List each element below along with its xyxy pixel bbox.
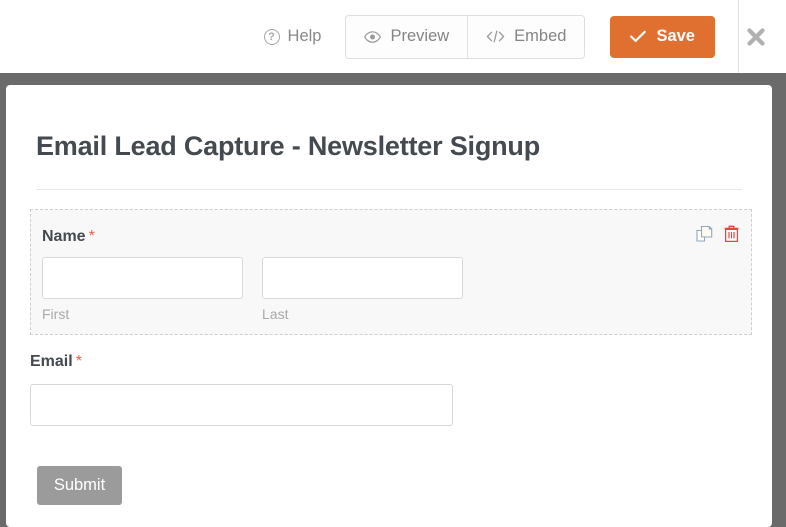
email-input-wrap (30, 384, 453, 426)
email-input[interactable] (30, 384, 453, 426)
top-toolbar: ? Help Preview Embed Save (0, 0, 786, 73)
preview-button[interactable]: Preview (346, 15, 468, 58)
close-icon[interactable] (744, 25, 768, 49)
form-field-name[interactable]: Name * First Last (30, 209, 752, 335)
code-icon (486, 30, 505, 43)
save-label: Save (656, 27, 695, 45)
question-circle-icon: ? (263, 28, 280, 45)
name-input-row: First Last (42, 257, 463, 322)
field-label-name: Name * (42, 228, 95, 245)
first-name-input[interactable] (42, 257, 243, 299)
last-name-sublabel: Last (262, 306, 289, 322)
toolbar-divider (738, 0, 739, 73)
title-divider (36, 189, 742, 190)
help-button[interactable]: ? Help (263, 27, 322, 46)
page-title: Email Lead Capture - Newsletter Signup (36, 131, 541, 161)
delete-icon[interactable] (724, 225, 739, 243)
embed-label: Embed (514, 27, 567, 45)
preview-label: Preview (390, 27, 450, 45)
first-name-sublabel: First (42, 306, 70, 322)
duplicate-icon[interactable] (696, 225, 713, 243)
last-name-input[interactable] (262, 257, 463, 299)
required-marker: * (88, 228, 95, 245)
name-first-col: First (42, 257, 243, 322)
field-actions (696, 225, 739, 243)
submit-button[interactable]: Submit (37, 466, 122, 505)
form-field-email[interactable]: Email * (30, 353, 752, 426)
eye-icon (364, 30, 382, 43)
help-label: Help (287, 27, 322, 45)
name-last-col: Last (262, 257, 463, 322)
check-icon (630, 30, 647, 43)
toolbar-actions: ? Help Preview Embed Save (0, 0, 738, 73)
field-label-email: Email * (30, 353, 82, 370)
form-builder-panel: Email Lead Capture - Newsletter Signup N… (6, 85, 772, 527)
preview-embed-group: Preview Embed (345, 14, 586, 59)
save-button[interactable]: Save (610, 15, 715, 58)
embed-button[interactable]: Embed (467, 15, 585, 58)
required-marker: * (75, 353, 82, 370)
